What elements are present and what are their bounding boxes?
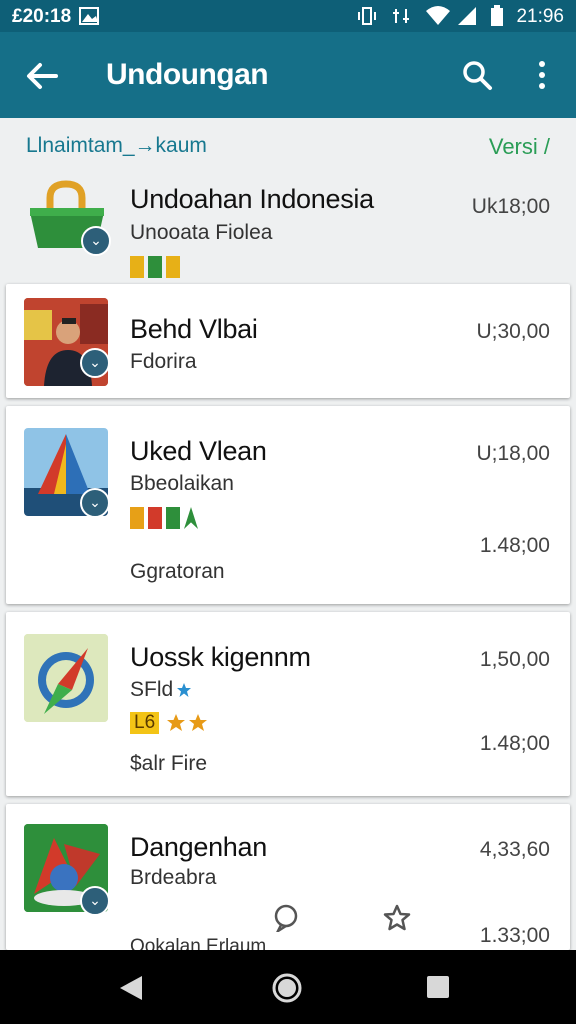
rating-bar <box>148 256 162 278</box>
compass-icon <box>24 634 108 722</box>
vibrate-icon <box>358 7 376 25</box>
rating-bar <box>148 507 162 529</box>
search-icon[interactable] <box>460 58 494 92</box>
item-size: 1,50,00 <box>479 648 550 671</box>
rating-bars <box>130 507 198 529</box>
list-item[interactable]: Uossk kigennm SFld L6 1,50,00 1.48;00 $a… <box>6 612 570 796</box>
download-badge-icon: ⌄ <box>80 348 110 378</box>
back-arrow-icon[interactable] <box>22 56 62 96</box>
download-badge-icon: ⌄ <box>80 488 110 518</box>
item-size-secondary: 1.33;00 <box>479 924 550 947</box>
item-title: Undoahan Indonesia <box>130 184 374 214</box>
item-size: U;18,00 <box>476 442 550 465</box>
item-title: Dangenhan <box>130 832 267 862</box>
item-title: Uked Vlean <box>130 436 267 466</box>
item-size-secondary: 1.48;00 <box>479 534 550 557</box>
item-subtitle: Bbeolaikan <box>130 472 234 495</box>
item-title: Behd Vlbai <box>130 314 258 344</box>
battery-icon <box>491 5 503 26</box>
rating-bars <box>130 256 180 278</box>
item-subtitle: Brdeabra <box>130 866 217 889</box>
wifi-icon <box>426 6 450 25</box>
list-subheader: Llnaimtam_→kaum Versi / <box>0 118 576 168</box>
more-options-icon[interactable] <box>530 58 554 92</box>
item-size: U;30,00 <box>476 320 550 343</box>
rating-label: L6 <box>130 712 160 734</box>
rating-bar <box>166 256 180 278</box>
nav-recents-icon[interactable] <box>426 975 450 999</box>
blue-star-icon <box>177 683 191 697</box>
download-badge-icon: ⌄ <box>81 226 111 256</box>
version-label[interactable]: Versi / <box>489 134 550 160</box>
nav-home-icon[interactable] <box>272 973 302 1003</box>
status-time: 21:96 <box>516 6 564 27</box>
list-item[interactable]: ⌄ Undoahan Indonesia Unooata Fiolea Uk18… <box>0 168 576 282</box>
item-size: Uk18;00 <box>471 195 550 218</box>
item-size: 4,33,60 <box>479 838 550 861</box>
item-subtitle: SFld <box>130 678 174 701</box>
rating-bar <box>130 507 144 529</box>
page-title: Undoungan <box>106 58 269 91</box>
gallery-icon <box>79 7 99 25</box>
list-item[interactable]: ⌄ Uked Vlean Bbeolaikan U;18,00 1.48;00 … <box>6 406 570 604</box>
list-item[interactable]: ⌄ Dangenhan Brdeabra 4,33,60 1.33;00 Ook… <box>6 804 570 957</box>
item-subtitle: Unooata Fiolea <box>130 221 273 244</box>
download-badge-icon: ⌄ <box>80 886 110 916</box>
status-left-text: £20:18 <box>12 6 72 27</box>
app-thumbnail-compass <box>24 634 108 722</box>
chat-bubble-icon[interactable] <box>272 904 300 932</box>
rating-bar <box>130 256 144 278</box>
item-subtitle: Fdorira <box>130 350 197 373</box>
rating-bar <box>166 507 180 529</box>
signal-icon <box>458 7 476 25</box>
app-bar: Undoungan <box>0 32 576 118</box>
item-title: Uossk kigennm <box>130 642 311 672</box>
item-extra-label: Ggratoran <box>130 560 225 583</box>
subheader-label: Llnaimtam_→kaum <box>26 134 207 157</box>
list-item[interactable]: ⌄ Behd Vlbai Fdorira U;30,00 <box>6 284 570 398</box>
status-bar: £20:18 21:96 <box>0 0 576 32</box>
nav-back-icon[interactable] <box>118 974 144 1002</box>
item-size-secondary: 1.48;00 <box>479 732 550 755</box>
rating-stars-icon <box>167 714 207 731</box>
star-outline-icon[interactable] <box>382 904 412 932</box>
system-nav-bar <box>0 950 576 1024</box>
rating-star-icon <box>184 507 198 529</box>
item-extra-label: $alr Fire <box>130 752 208 775</box>
data-sync-icon <box>393 9 409 23</box>
